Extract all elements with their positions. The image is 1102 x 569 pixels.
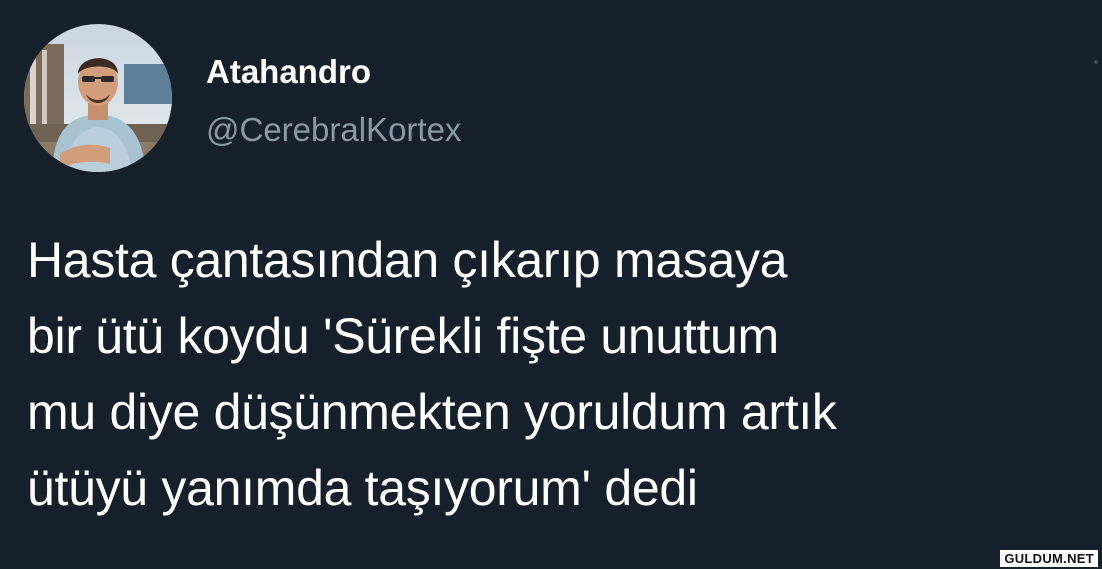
tweet-text-line: Hasta çantasından çıkarıp masaya: [27, 232, 788, 288]
display-name[interactable]: Atahandro: [206, 52, 371, 92]
tweet-text-line: ütüyü yanımda taşıyorum' dedi: [27, 460, 698, 516]
tweet-text-line: mu diye düşünmekten yoruldum artık: [27, 384, 837, 440]
watermark: GULDUM.NET: [1000, 550, 1098, 567]
avatar-photo: [24, 24, 172, 172]
user-handle[interactable]: @CerebralKortex: [206, 110, 461, 150]
avatar[interactable]: [24, 24, 172, 172]
tweet-card: Atahandro @CerebralKortex Hasta çantasın…: [0, 0, 1102, 569]
tweet-text: Hasta çantasından çıkarıp masaya bir ütü…: [27, 222, 1087, 526]
tweet-text-line: bir ütü koydu 'Sürekli fişte unuttum: [27, 308, 779, 364]
more-options-icon[interactable]: [1094, 60, 1098, 64]
